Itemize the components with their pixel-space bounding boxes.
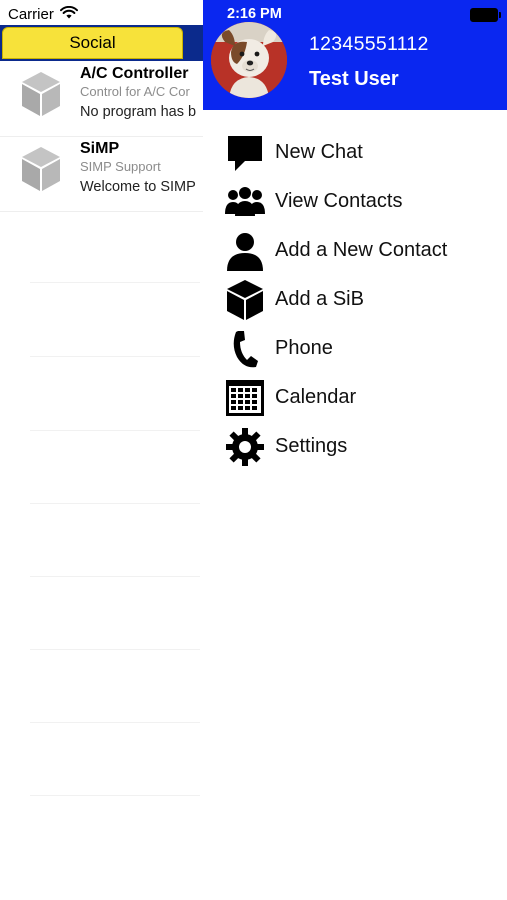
conversations-screen: Carrier Social A/C Controller Control fo… [0,0,203,900]
conversation-preview: Welcome to SIMP [80,179,196,195]
wifi-icon [59,5,78,23]
tab-social-label: Social [69,33,116,52]
conversation-title: A/C Controller [80,65,189,82]
cube-icon [223,278,267,322]
carrier-label: Carrier [8,5,54,23]
menu-label: Add a New Contact [275,239,448,261]
list-divider [30,430,200,431]
drawer-header: 2:16 PM 12345551112 Test User [203,0,507,110]
status-time: 2:16 PM [227,6,282,22]
menu-label: Add a SiB [275,288,364,310]
list-divider [30,649,200,650]
tab-bar: Social [0,25,203,61]
menu-phone[interactable]: Phone [203,324,507,373]
battery-icon [470,8,501,22]
menu-new-chat[interactable]: New Chat [203,128,507,177]
menu-view-contacts[interactable]: View Contacts [203,177,507,226]
phone-icon [223,327,267,371]
cube-icon [22,72,60,116]
menu-label: Settings [275,435,348,457]
calendar-icon [223,376,267,420]
conversation-row[interactable]: SiMP SIMP Support Welcome to SIMP [0,137,203,212]
dog-photo [211,22,287,98]
list-divider [30,722,200,723]
menu-add-sib[interactable]: Add a SiB [203,275,507,324]
conversation-row[interactable]: A/C Controller Control for A/C Cor No pr… [0,62,203,137]
tab-social[interactable]: Social [2,27,183,59]
phone-number: 12345551112 [309,33,429,55]
menu-add-contact[interactable]: Add a New Contact [203,226,507,275]
list-divider [30,356,200,357]
menu-label: Calendar [275,386,357,408]
menu-calendar[interactable]: Calendar [203,373,507,422]
status-bar-left: Carrier [8,4,78,24]
person-icon [223,229,267,273]
list-divider [30,576,200,577]
menu-label: New Chat [275,141,363,163]
conversation-subtitle: Control for A/C Cor [80,84,190,99]
gear-icon [223,425,267,469]
user-name: Test User [309,68,399,90]
menu-settings[interactable]: Settings [203,422,507,471]
cube-icon [22,147,60,191]
side-drawer: 2:16 PM 12345551112 Test User New Chat V… [203,0,507,900]
avatar[interactable] [211,22,287,98]
list-divider [30,795,200,796]
chat-bubble-icon [223,131,267,175]
conversation-title: SiMP [80,140,120,157]
menu-label: Phone [275,337,333,359]
conversation-subtitle: SIMP Support [80,159,161,174]
group-icon [223,180,267,224]
conversation-list: A/C Controller Control for A/C Cor No pr… [0,62,203,212]
drawer-menu: New Chat View Contacts Add a New Contact… [203,128,507,471]
list-divider [30,282,200,283]
list-divider [30,503,200,504]
menu-label: View Contacts [275,190,403,212]
conversation-preview: No program has b [80,104,197,120]
